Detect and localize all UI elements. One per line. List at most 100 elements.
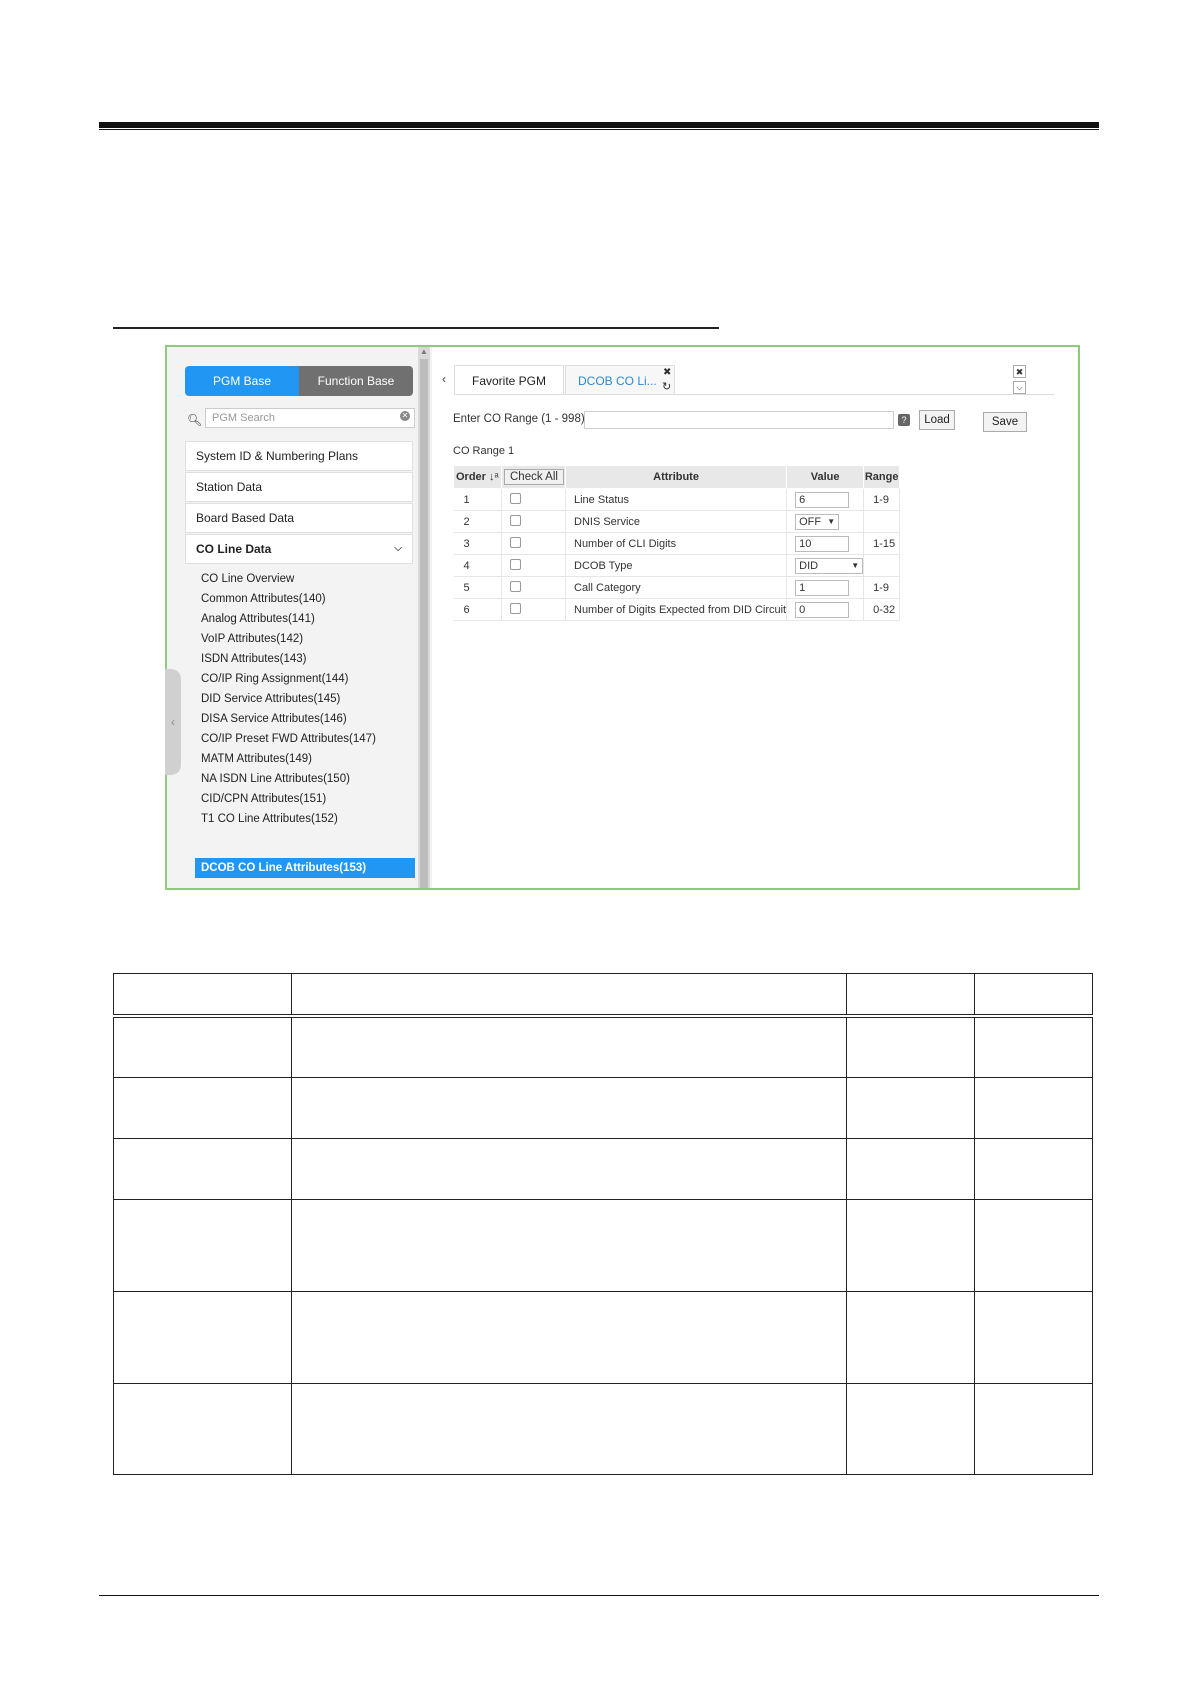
description-table — [113, 973, 1093, 1475]
sub-item-co-line-overview[interactable]: CO Line Overview — [201, 569, 294, 589]
sub-item-common-attributes[interactable]: Common Attributes(140) — [201, 589, 326, 609]
row-checkbox[interactable] — [510, 514, 521, 526]
attribute-cell: Number of Digits Expected from DID Circu… — [565, 598, 788, 621]
row-checkbox[interactable] — [510, 558, 521, 570]
row-checkbox[interactable] — [510, 492, 521, 504]
check-all-button[interactable]: Check All — [504, 469, 564, 485]
order-cell: 5 — [453, 576, 502, 599]
sub-item-isdn-attributes[interactable]: ISDN Attributes(143) — [201, 649, 306, 669]
tab-favorite-pgm[interactable]: Favorite PGM — [454, 365, 564, 395]
header-rule-thin — [99, 129, 1099, 130]
range-cell — [863, 510, 901, 533]
description-cell — [846, 1077, 976, 1139]
value-cell: OFF ▼ — [786, 510, 865, 533]
right-panel: ‹ Favorite PGM DCOB CO Li... ✖ ↻ ✖ ⌵ Ent… — [432, 347, 1078, 888]
tab-close-icon[interactable]: ✖ — [663, 367, 671, 378]
pgm-base-button[interactable]: PGM Base — [185, 366, 299, 396]
category-system-id[interactable]: System ID & Numbering Plans — [185, 441, 413, 471]
description-cell — [846, 1383, 976, 1475]
function-base-button[interactable]: Function Base — [299, 366, 413, 396]
attribute-cell: Number of CLI Digits — [565, 532, 788, 555]
co-range-label: Enter CO Range (1 - 998) : — [453, 413, 592, 425]
table-row: 6 Number of Digits Expected from DID Cir… — [453, 598, 901, 621]
tab-refresh-icon[interactable]: ↻ — [662, 380, 671, 393]
description-cell — [290, 1015, 848, 1078]
sub-item-na-isdn-line[interactable]: NA ISDN Line Attributes(150) — [201, 769, 350, 789]
value-select-text: DID — [799, 559, 819, 572]
pgm-search-input[interactable]: PGM Search — [205, 408, 415, 428]
value-cell: 0 — [786, 598, 865, 621]
footer-rule — [99, 1595, 1099, 1596]
tab-dcob-co-line[interactable]: DCOB CO Li... — [565, 365, 675, 395]
value-select[interactable]: OFF ▼ — [795, 513, 840, 530]
sub-item-voip-attributes[interactable]: VoIP Attributes(142) — [201, 629, 303, 649]
co-range-input[interactable] — [584, 411, 894, 429]
value-input[interactable]: 6 — [795, 491, 850, 508]
header-cell — [974, 973, 1093, 1016]
close-all-icon[interactable]: ✖ — [1013, 365, 1026, 378]
value-select[interactable]: DID ▼ — [795, 557, 864, 574]
sub-item-cid-cpn[interactable]: CID/CPN Attributes(151) — [201, 789, 326, 809]
table-row: 4 DCOB Type DID ▼ — [453, 554, 901, 577]
sub-item-dcob-co-line-active[interactable]: DCOB CO Line Attributes(153) — [195, 858, 415, 878]
category-co-line-data[interactable]: CO Line Data ⌵ — [185, 534, 413, 564]
description-cell — [974, 1077, 1093, 1139]
description-cell — [113, 1199, 292, 1292]
description-cell — [290, 1383, 848, 1475]
description-cell — [974, 1199, 1093, 1292]
value-input[interactable]: 0 — [795, 601, 850, 618]
value-cell: DID ▼ — [786, 554, 865, 577]
scroll-up-icon[interactable]: ▲ — [419, 347, 429, 357]
description-cell — [846, 1015, 976, 1078]
sub-item-did-service[interactable]: DID Service Attributes(145) — [201, 689, 340, 709]
value-input[interactable]: 1 — [795, 579, 850, 596]
description-cell — [846, 1138, 976, 1200]
section-rule — [113, 327, 719, 329]
collapse-panel-tab[interactable]: ‹ — [165, 669, 181, 775]
row-checkbox[interactable] — [510, 580, 521, 592]
row-checkbox[interactable] — [510, 536, 521, 548]
clear-search-icon[interactable]: ✕ — [400, 411, 410, 421]
description-cell — [974, 1291, 1093, 1384]
description-cell — [290, 1291, 848, 1384]
header-rule-thick — [99, 122, 1099, 128]
sub-item-disa-service[interactable]: DISA Service Attributes(146) — [201, 709, 347, 729]
description-cell — [290, 1199, 848, 1292]
attribute-cell: Call Category — [565, 576, 788, 599]
header-cell — [290, 973, 848, 1016]
value-header: Value — [786, 465, 865, 489]
description-cell — [113, 1291, 292, 1384]
scroll-thumb[interactable] — [420, 359, 428, 888]
row-checkbox[interactable] — [510, 602, 521, 614]
tab-list-dropdown-icon[interactable]: ⌵ — [1013, 381, 1026, 394]
attribute-header: Attribute — [564, 465, 788, 489]
order-header[interactable]: Order ↓ᵃ — [453, 465, 502, 489]
load-button[interactable]: Load — [919, 410, 955, 430]
category-co-line-data-label: CO Line Data — [196, 542, 272, 556]
range-cell — [863, 554, 901, 577]
search-icon: 🔍︎ — [187, 413, 203, 427]
order-cell: 3 — [453, 532, 502, 555]
row-checkbox-cell — [501, 488, 566, 511]
order-header-label: Order — [456, 471, 486, 483]
sub-item-co-ip-ring[interactable]: CO/IP Ring Assignment(144) — [201, 669, 348, 689]
table-row: 3 Number of CLI Digits 10 1-15 — [453, 532, 901, 555]
sub-item-analog-attributes[interactable]: Analog Attributes(141) — [201, 609, 315, 629]
table-row: 2 DNIS Service OFF ▼ — [453, 510, 901, 533]
description-row — [113, 1077, 1093, 1139]
value-input[interactable]: 10 — [795, 535, 850, 552]
tab-scroll-left-icon[interactable]: ‹ — [442, 372, 446, 386]
category-station-data[interactable]: Station Data — [185, 472, 413, 502]
sub-item-t1-co-line[interactable]: T1 CO Line Attributes(152) — [201, 809, 338, 829]
sub-item-co-ip-preset-fwd[interactable]: CO/IP Preset FWD Attributes(147) — [201, 729, 376, 749]
row-checkbox-cell — [501, 554, 566, 577]
description-cell — [846, 1291, 976, 1384]
order-cell: 4 — [453, 554, 502, 577]
category-board-based-data[interactable]: Board Based Data — [185, 503, 413, 533]
sub-item-matm-attributes[interactable]: MATM Attributes(149) — [201, 749, 312, 769]
description-cell — [113, 1077, 292, 1139]
dropdown-arrow-icon: ▼ — [851, 560, 860, 570]
help-icon[interactable]: ? — [898, 414, 910, 426]
save-button[interactable]: Save — [983, 412, 1027, 432]
left-scrollbar[interactable]: ▲ — [418, 347, 430, 888]
